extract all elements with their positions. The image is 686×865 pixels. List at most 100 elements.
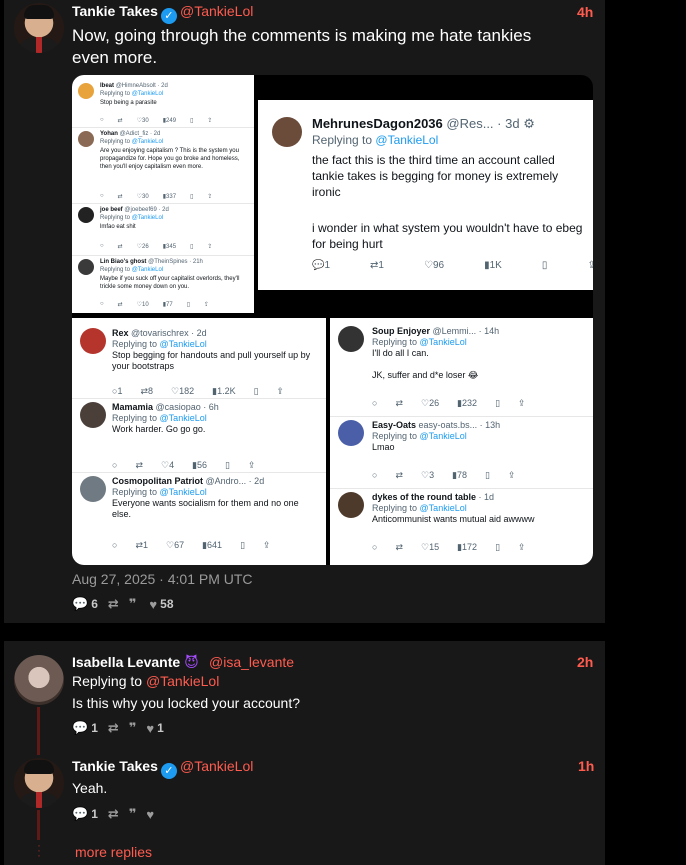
tweet-actions: ○ ⇄ ♡4 ▮56 ▯ ⇪ xyxy=(112,460,256,471)
image-gallery[interactable]: Ibeat @HimneAbsolt · 2d Replying to @Tank… xyxy=(72,75,593,565)
like-icon: ♡15 xyxy=(420,542,440,552)
verified-icon: ✓ xyxy=(160,8,177,24)
bookmark-icon: ▯ xyxy=(190,244,194,250)
tweet-actions: ○ ⇄ ♡26 ▮345 ▯ ⇪ xyxy=(100,243,212,250)
avatar xyxy=(78,207,94,223)
retweet-icon: ⇄ xyxy=(395,398,403,408)
views-icon: ▮77 xyxy=(162,302,173,308)
avatar xyxy=(338,420,364,446)
replying-target-link[interactable]: @TankieLol xyxy=(146,673,219,689)
like-icon: ♡96 xyxy=(423,260,445,271)
avatar[interactable] xyxy=(14,655,64,705)
author-name[interactable]: Tankie Takes ✓ xyxy=(72,758,177,779)
more-replies-link[interactable]: more replies xyxy=(75,844,152,860)
share-icon: ⇪ xyxy=(204,302,210,308)
views-icon: ▮78 xyxy=(452,470,468,480)
gallery-image-3[interactable]: Rex @tovarischrex · 2d Replying to @Tanki… xyxy=(72,318,326,565)
retweet-icon: ⇄ xyxy=(107,596,119,611)
tweet-actions: ○ ⇄ ♡3 ▮78 ▯ ⇪ xyxy=(372,470,516,481)
like-icon: ♡3 xyxy=(420,470,435,480)
bookmark-icon: ▯ xyxy=(186,302,191,308)
avatar[interactable] xyxy=(14,758,64,808)
tweet-author: Yohan @Adict_fiz · 2d xyxy=(100,131,161,137)
avatar xyxy=(78,131,94,147)
reply-time[interactable]: 1h xyxy=(578,758,594,774)
comments-count[interactable]: 💬 6 xyxy=(72,596,98,612)
views-icon: ▮345 xyxy=(162,244,177,250)
post-timestamp[interactable]: Aug 27, 2025 · 4:01 PM UTC xyxy=(72,571,253,587)
retweet-icon: ⇄ xyxy=(117,244,123,250)
quote-count[interactable]: ❞ xyxy=(129,806,137,822)
quote-icon: ❞ xyxy=(128,806,137,821)
like-icon: ♡4 xyxy=(160,460,175,470)
author-handle[interactable]: @TankieLol xyxy=(180,758,253,774)
author-name[interactable]: Isabella Levante 😈 xyxy=(72,654,199,671)
tweet-body: Maybe if you suck off your capitalist ov… xyxy=(100,276,240,290)
retweet-count[interactable]: ⇄ xyxy=(108,720,119,736)
replying-to: Replying to @TankieLol xyxy=(112,413,207,423)
reply-time[interactable]: 2h xyxy=(577,654,593,670)
quote-icon: ❞ xyxy=(128,596,137,611)
author-handle[interactable]: @isa_levante xyxy=(209,654,294,670)
heart-icon: ♥ xyxy=(146,720,155,736)
tweet-body: the fact this is the third time an accou… xyxy=(312,153,559,199)
replying-to: Replying to @TankieLol xyxy=(72,673,220,689)
views-icon: ▮172 xyxy=(457,542,478,552)
replying-to: Replying to @TankieLol xyxy=(100,267,164,273)
tweet-divider xyxy=(72,203,254,204)
post-text: Now, going through the comments is makin… xyxy=(72,26,532,67)
avatar xyxy=(78,259,94,275)
retweet-count[interactable]: ⇄ xyxy=(108,596,119,612)
reply-icon: ○ xyxy=(372,542,378,552)
comments-count[interactable]: 💬 1 xyxy=(72,720,98,736)
tweet-author: Soup Enjoyer @Lemmi... · 14h xyxy=(372,326,500,336)
verified-icon: ✓ xyxy=(160,763,177,779)
reply-icon: ○ xyxy=(100,193,104,199)
tweet-divider xyxy=(330,488,593,489)
comment-icon: 💬 xyxy=(72,596,89,611)
page: Tankie Takes ✓ @TankieLol 4h Now, going t… xyxy=(0,0,686,865)
retweet-count[interactable]: ⇄ xyxy=(108,806,119,822)
quote-count[interactable]: ❞ xyxy=(129,596,140,612)
bookmark-icon: ▯ xyxy=(225,460,230,470)
avatar xyxy=(272,117,302,147)
likes-count[interactable]: ♥ 58 xyxy=(149,597,173,612)
share-icon: ⇪ xyxy=(207,194,213,200)
reply-text: Yeah. xyxy=(72,780,108,796)
quote-count[interactable]: ❞ xyxy=(129,720,137,736)
tweet-actions: ○ ⇄ ♡30 ▮249 ▯ ⇪ xyxy=(100,117,212,124)
reply-icon: 💬1 xyxy=(312,260,331,271)
post-time[interactable]: 4h xyxy=(577,4,593,20)
reply-icon: ○ xyxy=(100,301,104,307)
author-handle[interactable]: @TankieLol xyxy=(180,3,253,19)
views-icon: ▮337 xyxy=(162,194,177,200)
gallery-image-2[interactable]: MehrunesDagon2036 @Res... · 3d ⚙ Replyin… xyxy=(258,100,593,290)
likes-count[interactable]: ♥ xyxy=(146,807,154,822)
reply-icon: ○1 xyxy=(112,386,123,396)
tweet-divider xyxy=(72,127,254,128)
tweet-author: Lin Biao's ghost @TheinSpines · 21h xyxy=(100,259,203,265)
views-icon: ▮56 xyxy=(192,460,208,470)
author-name[interactable]: Tankie Takes ✓ xyxy=(72,3,177,24)
bookmark-icon: ▯ xyxy=(495,542,501,552)
retweet-icon: ⇄ xyxy=(107,720,119,735)
tweet-author: Ibeat @HimneAbsolt · 2d xyxy=(100,83,168,89)
tweet-author: Cosmopolitan Patriot @Andro... · 2d xyxy=(112,476,265,486)
like-icon: ♡67 xyxy=(166,540,185,550)
tweet-body: Anticommunist wants mutual aid awwww xyxy=(372,514,535,524)
like-icon: ♡26 xyxy=(420,398,440,408)
avatar[interactable] xyxy=(14,3,64,53)
thread-line xyxy=(37,810,40,840)
retweet-icon: ⇄ xyxy=(395,470,403,480)
gallery-image-4[interactable]: Soup Enjoyer @Lemmi... · 14h Replying to … xyxy=(330,318,593,565)
avatar xyxy=(80,328,106,354)
bookmark-icon: ▯ xyxy=(253,386,259,396)
gallery-image-1[interactable]: Ibeat @HimneAbsolt · 2d Replying to @Tank… xyxy=(72,75,254,313)
comments-count[interactable]: 💬 1 xyxy=(72,806,98,822)
tweet-body: Work harder. Go go go. xyxy=(112,424,206,434)
retweet-icon: ⇄ xyxy=(117,302,123,308)
likes-count[interactable]: ♥ 1 xyxy=(146,721,163,736)
retweet-icon: ⇄ xyxy=(135,460,143,470)
like-icon: ♡10 xyxy=(136,302,149,308)
like-icon: ♡30 xyxy=(136,118,149,124)
